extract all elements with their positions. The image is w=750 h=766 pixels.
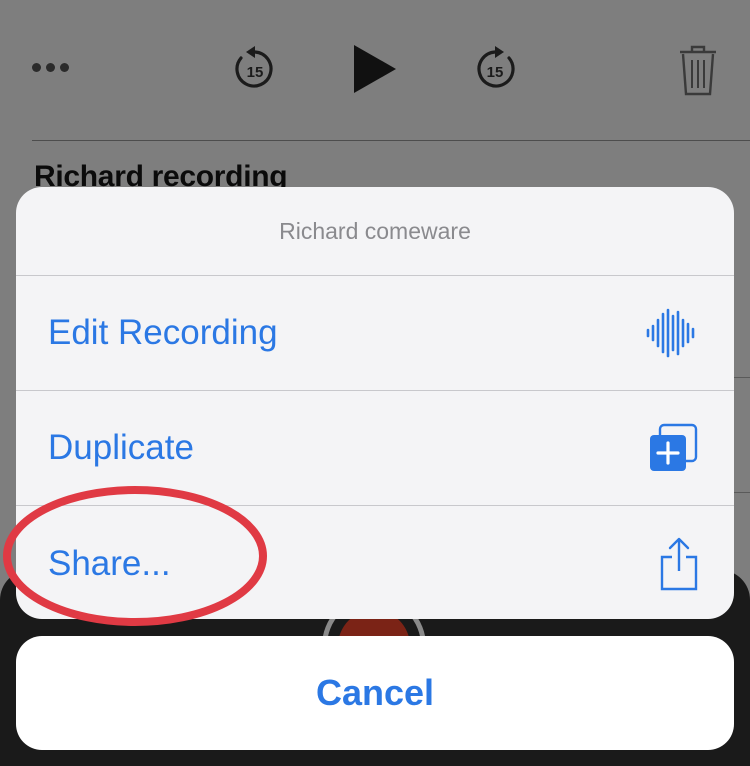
skip-back-icon[interactable]: 15 bbox=[232, 44, 278, 92]
action-sheet-title: Richard comeware bbox=[16, 187, 734, 276]
play-icon[interactable] bbox=[352, 44, 398, 94]
cancel-button[interactable]: Cancel bbox=[16, 636, 734, 750]
divider bbox=[32, 140, 750, 141]
edit-recording-label: Edit Recording bbox=[48, 313, 278, 352]
action-sheet: Richard comeware Edit Recording Duplicat… bbox=[16, 187, 734, 619]
share-button[interactable]: Share... bbox=[16, 506, 734, 619]
skip-forward-icon[interactable]: 15 bbox=[472, 44, 518, 92]
waveform-icon bbox=[646, 308, 695, 358]
duplicate-label: Duplicate bbox=[48, 428, 194, 467]
share-label: Share... bbox=[48, 543, 171, 583]
duplicate-icon bbox=[650, 423, 698, 471]
more-icon[interactable] bbox=[32, 63, 69, 72]
skip-back-seconds: 15 bbox=[247, 64, 264, 81]
edit-recording-button[interactable]: Edit Recording bbox=[16, 276, 734, 391]
trash-icon[interactable] bbox=[678, 44, 718, 96]
share-icon bbox=[660, 537, 698, 590]
player-controls: 15 15 bbox=[0, 0, 750, 140]
skip-forward-seconds: 15 bbox=[487, 64, 504, 81]
duplicate-button[interactable]: Duplicate bbox=[16, 391, 734, 506]
